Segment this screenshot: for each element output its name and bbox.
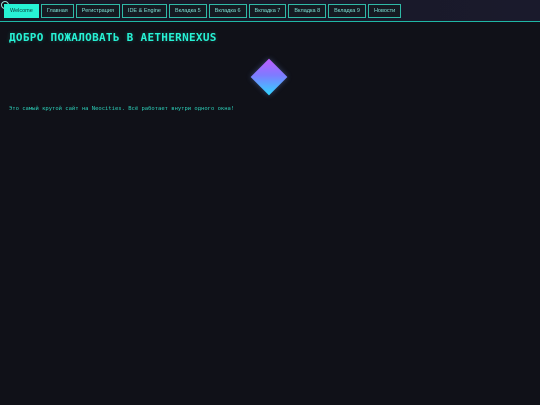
- tab-7[interactable]: Вкладка 7: [248, 4, 287, 18]
- tab-5[interactable]: Вкладка 5: [168, 4, 207, 18]
- top-navigation-bar: Welcome Главная Регистрация IDE & Engine…: [0, 0, 540, 22]
- tab-home[interactable]: Главная: [40, 4, 74, 18]
- tab-6[interactable]: Вкладка 6: [208, 4, 247, 18]
- tab-list: Welcome Главная Регистрация IDE & Engine…: [4, 4, 402, 18]
- tab-registration[interactable]: Регистрация: [75, 4, 120, 18]
- tab-8[interactable]: Вкладка 8: [288, 4, 327, 18]
- diamond-logo-icon: [250, 58, 288, 96]
- page-title: ДОБРО ПОЖАЛОВАТЬ В AETHERNEXUS: [9, 31, 217, 44]
- diamond-shape: [250, 58, 288, 96]
- tab-ide-engine[interactable]: IDE & Engine: [121, 4, 167, 18]
- tab-news[interactable]: Новости: [367, 4, 402, 18]
- welcome-text: Это самый крутой сайт на Neocities. Всё …: [9, 106, 235, 112]
- welcome-panel: ДОБРО ПОЖАЛОВАТЬ В AETHERNEXUS Это самый…: [9, 31, 529, 112]
- tab-welcome[interactable]: Welcome: [4, 4, 39, 18]
- tab-9[interactable]: Вкладка 9: [328, 4, 366, 18]
